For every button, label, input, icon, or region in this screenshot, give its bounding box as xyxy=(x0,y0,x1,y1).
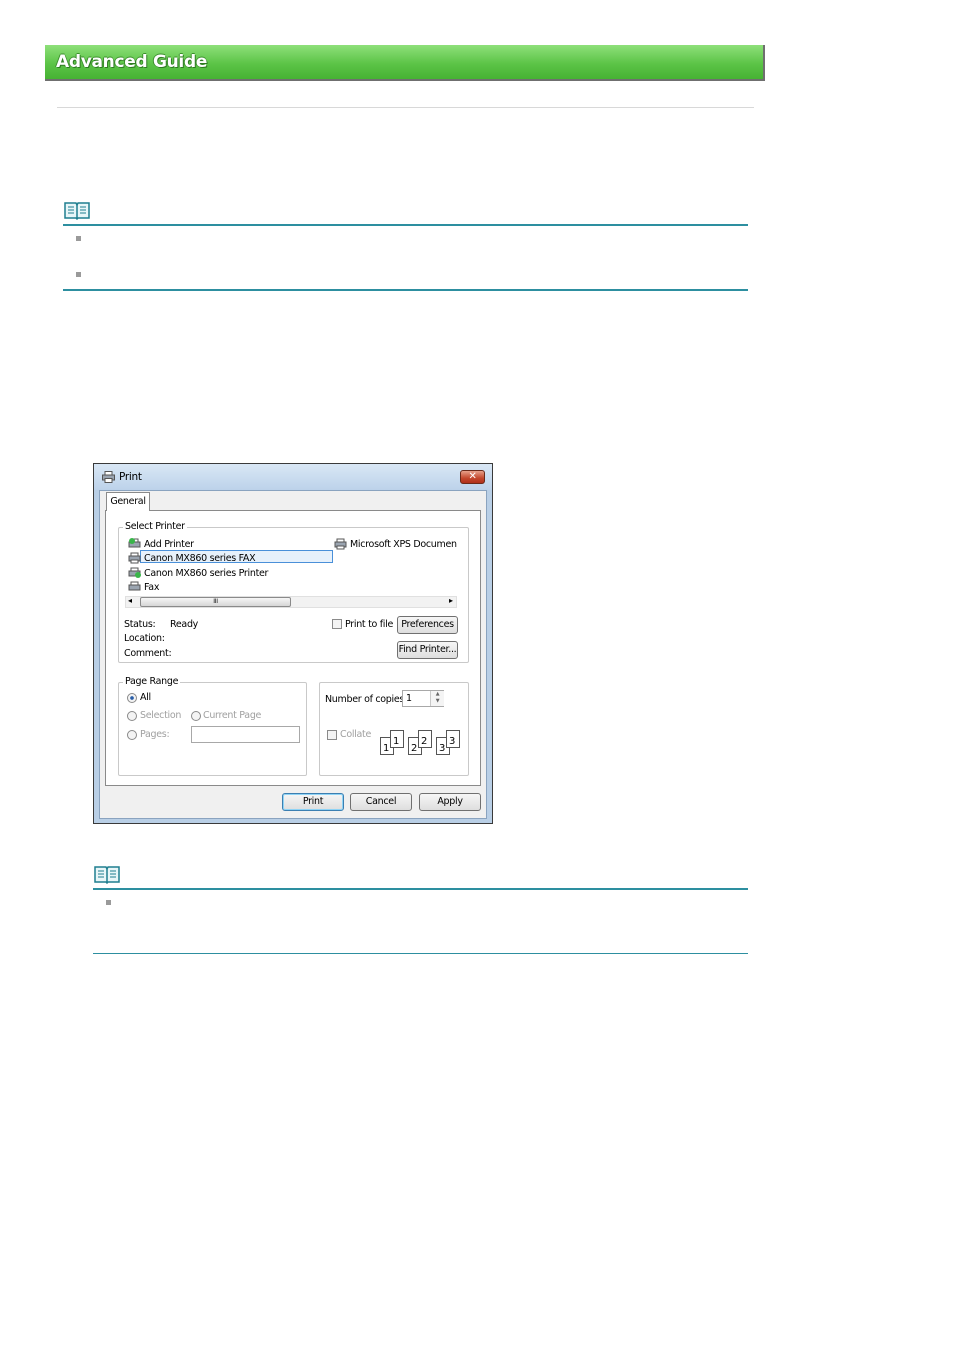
note-top-rule xyxy=(63,224,748,226)
preferences-button[interactable]: Preferences xyxy=(397,616,458,634)
note-top-rule xyxy=(93,888,748,890)
status-label: Status: xyxy=(124,619,156,630)
printer-fax[interactable]: Fax xyxy=(144,582,159,593)
scroll-grip-icon: III xyxy=(213,598,218,605)
fax-printer-icon xyxy=(128,552,142,567)
scroll-right-arrow-icon[interactable]: ▸ xyxy=(449,596,453,605)
printer-canon-mx860-fax[interactable]: Canon MX860 series FAX xyxy=(144,553,256,564)
pages-input[interactable] xyxy=(191,726,300,743)
dialog-titlebar: Print ✕ xyxy=(94,464,492,490)
print-dialog: Print ✕ General Select Printer Add Print… xyxy=(93,463,493,824)
status-value: Ready xyxy=(170,619,198,630)
header-banner: Advanced Guide xyxy=(45,45,765,81)
general-tab-panel: Select Printer Add Printer Canon MX860 s… xyxy=(105,510,481,786)
note-icon xyxy=(63,200,91,224)
find-printer-button[interactable]: Find Printer... xyxy=(397,641,458,659)
printer-canon-mx860-printer[interactable]: Canon MX860 series Printer xyxy=(144,568,268,579)
collate-checkbox[interactable] xyxy=(327,730,337,740)
number-of-copies-label: Number of copies: xyxy=(325,694,407,705)
radio-current-page[interactable] xyxy=(191,711,201,721)
collate-label: Collate xyxy=(340,729,372,740)
radio-selection-label: Selection xyxy=(140,710,182,721)
xps-printer-icon xyxy=(334,538,348,553)
note-bullet xyxy=(76,236,81,241)
dialog-title: Print xyxy=(119,471,142,483)
fax-icon xyxy=(128,581,142,596)
print-to-file-label: Print to file xyxy=(345,619,393,630)
scroll-left-arrow-icon[interactable]: ◂ xyxy=(128,596,132,605)
note-bullet xyxy=(76,272,81,277)
note-bottom-rule xyxy=(63,289,748,291)
spin-up-icon[interactable]: ▲ xyxy=(431,691,444,698)
default-printer-icon xyxy=(128,567,142,582)
radio-pages[interactable] xyxy=(127,730,137,740)
header-divider xyxy=(57,107,754,108)
book-icon xyxy=(94,866,120,885)
radio-current-page-label: Current Page xyxy=(203,710,262,721)
note-bullet xyxy=(106,900,111,905)
location-label: Location: xyxy=(124,633,165,644)
copies-spinner[interactable]: ▲ ▼ xyxy=(430,691,444,706)
radio-selection[interactable] xyxy=(127,711,137,721)
page-title: Advanced Guide xyxy=(56,52,208,72)
radio-all-label: All xyxy=(140,692,151,703)
comment-label: Comment: xyxy=(124,648,172,659)
spin-down-icon[interactable]: ▼ xyxy=(431,698,444,705)
cancel-button[interactable]: Cancel xyxy=(350,793,412,811)
printer-icon xyxy=(102,471,115,483)
collate-page-icon: 3 xyxy=(446,730,460,748)
radio-pages-label: Pages: xyxy=(140,729,170,740)
close-button[interactable]: ✕ xyxy=(460,470,485,484)
note-icon xyxy=(93,864,121,888)
collate-page-icon: 2 xyxy=(418,730,432,748)
printer-add-printer[interactable]: Add Printer xyxy=(144,539,194,550)
collate-page-icon: 1 xyxy=(390,730,404,748)
note-bottom-rule xyxy=(93,953,748,954)
print-to-file-checkbox[interactable] xyxy=(332,619,342,629)
add-printer-icon xyxy=(128,538,141,549)
scroll-thumb[interactable]: III xyxy=(140,597,291,607)
apply-button[interactable]: Apply xyxy=(419,793,481,811)
select-printer-label: Select Printer xyxy=(123,521,187,532)
page-range-label: Page Range xyxy=(123,676,181,687)
radio-all[interactable] xyxy=(127,693,137,703)
printer-microsoft-xps[interactable]: Microsoft XPS Documen xyxy=(350,539,460,550)
book-icon xyxy=(64,202,90,221)
tab-general[interactable]: General xyxy=(106,492,150,511)
print-button[interactable]: Print xyxy=(282,793,344,811)
